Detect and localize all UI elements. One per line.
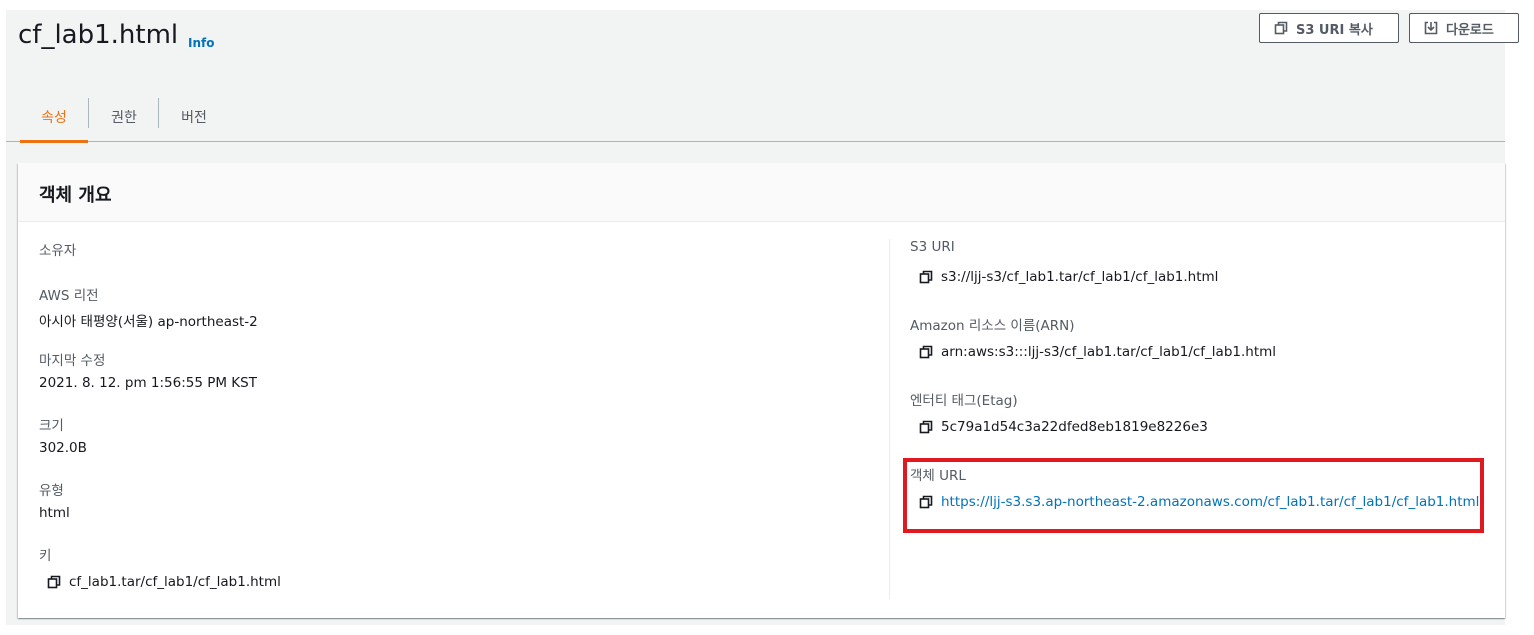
arn-label: Amazon 리소스 이름(ARN) <box>910 318 1075 334</box>
tab-properties[interactable]: 속성 <box>20 92 88 143</box>
copy-icon[interactable] <box>47 575 61 589</box>
owner-label: 소유자 <box>39 243 77 259</box>
download-label: 다운로드 <box>1446 22 1494 38</box>
object-url-link[interactable]: https://ljj-s3.s3.ap-northeast-2.amazona… <box>941 494 1479 510</box>
panel-title: 객체 개요 <box>39 185 112 206</box>
key-label: 키 <box>39 548 52 564</box>
tab-separator <box>88 98 89 128</box>
copy-s3-uri-button[interactable]: S3 URI 복사 <box>1259 13 1399 43</box>
download-icon <box>1424 21 1438 35</box>
copy-icon[interactable] <box>919 345 933 359</box>
last-modified-label: 마지막 수정 <box>39 353 106 369</box>
key-value: cf_lab1.tar/cf_lab1/cf_lab1.html <box>69 574 281 590</box>
copy-icon <box>1274 21 1288 35</box>
tab-bar: 속성 권한 버전 <box>6 92 1505 143</box>
s3-uri-label: S3 URI <box>910 239 955 255</box>
region-value: 아시아 태평양(서울) ap-northeast-2 <box>39 314 258 330</box>
etag-row: 5c79a1d54c3a22dfed8eb1819e8226e3 <box>919 419 1208 435</box>
region-label: AWS 리전 <box>39 288 99 304</box>
s3-uri-value: s3://ljj-s3/cf_lab1.tar/cf_lab1/cf_lab1.… <box>941 269 1219 285</box>
info-link[interactable]: Info <box>188 36 214 50</box>
copy-s3-uri-label: S3 URI 복사 <box>1296 22 1373 38</box>
tab-separator <box>158 98 159 128</box>
etag-label: 엔터티 태그(Etag) <box>910 393 1018 409</box>
download-button[interactable]: 다운로드 <box>1409 13 1519 43</box>
tab-versions[interactable]: 버전 <box>160 92 228 142</box>
object-overview-panel: 객체 개요 소유자 AWS 리전 아시아 태평양(서울) ap-northeas… <box>18 163 1505 618</box>
page-title: cf_lab1.html <box>18 20 179 50</box>
type-label: 유형 <box>39 483 64 499</box>
object-url-row: https://ljj-s3.s3.ap-northeast-2.amazona… <box>919 494 1479 510</box>
key-row: cf_lab1.tar/cf_lab1/cf_lab1.html <box>47 574 281 590</box>
column-divider <box>889 239 890 599</box>
tab-permissions[interactable]: 권한 <box>90 92 158 142</box>
copy-icon[interactable] <box>919 270 933 284</box>
arn-row: arn:aws:s3:::ljj-s3/cf_lab1.tar/cf_lab1/… <box>919 344 1276 360</box>
size-value: 302.0B <box>39 440 87 456</box>
copy-icon[interactable] <box>919 495 933 509</box>
size-label: 크기 <box>39 418 64 434</box>
arn-value: arn:aws:s3:::ljj-s3/cf_lab1.tar/cf_lab1/… <box>941 344 1277 360</box>
last-modified-value: 2021. 8. 12. pm 1:56:55 PM KST <box>39 375 257 391</box>
copy-icon[interactable] <box>919 420 933 434</box>
type-value: html <box>39 505 70 521</box>
panel-header: 객체 개요 <box>18 163 1505 222</box>
s3-uri-row: s3://ljj-s3/cf_lab1.tar/cf_lab1/cf_lab1.… <box>919 269 1218 285</box>
object-url-label: 객체 URL <box>910 468 966 484</box>
etag-value: 5c79a1d54c3a22dfed8eb1819e8226e3 <box>941 419 1208 435</box>
